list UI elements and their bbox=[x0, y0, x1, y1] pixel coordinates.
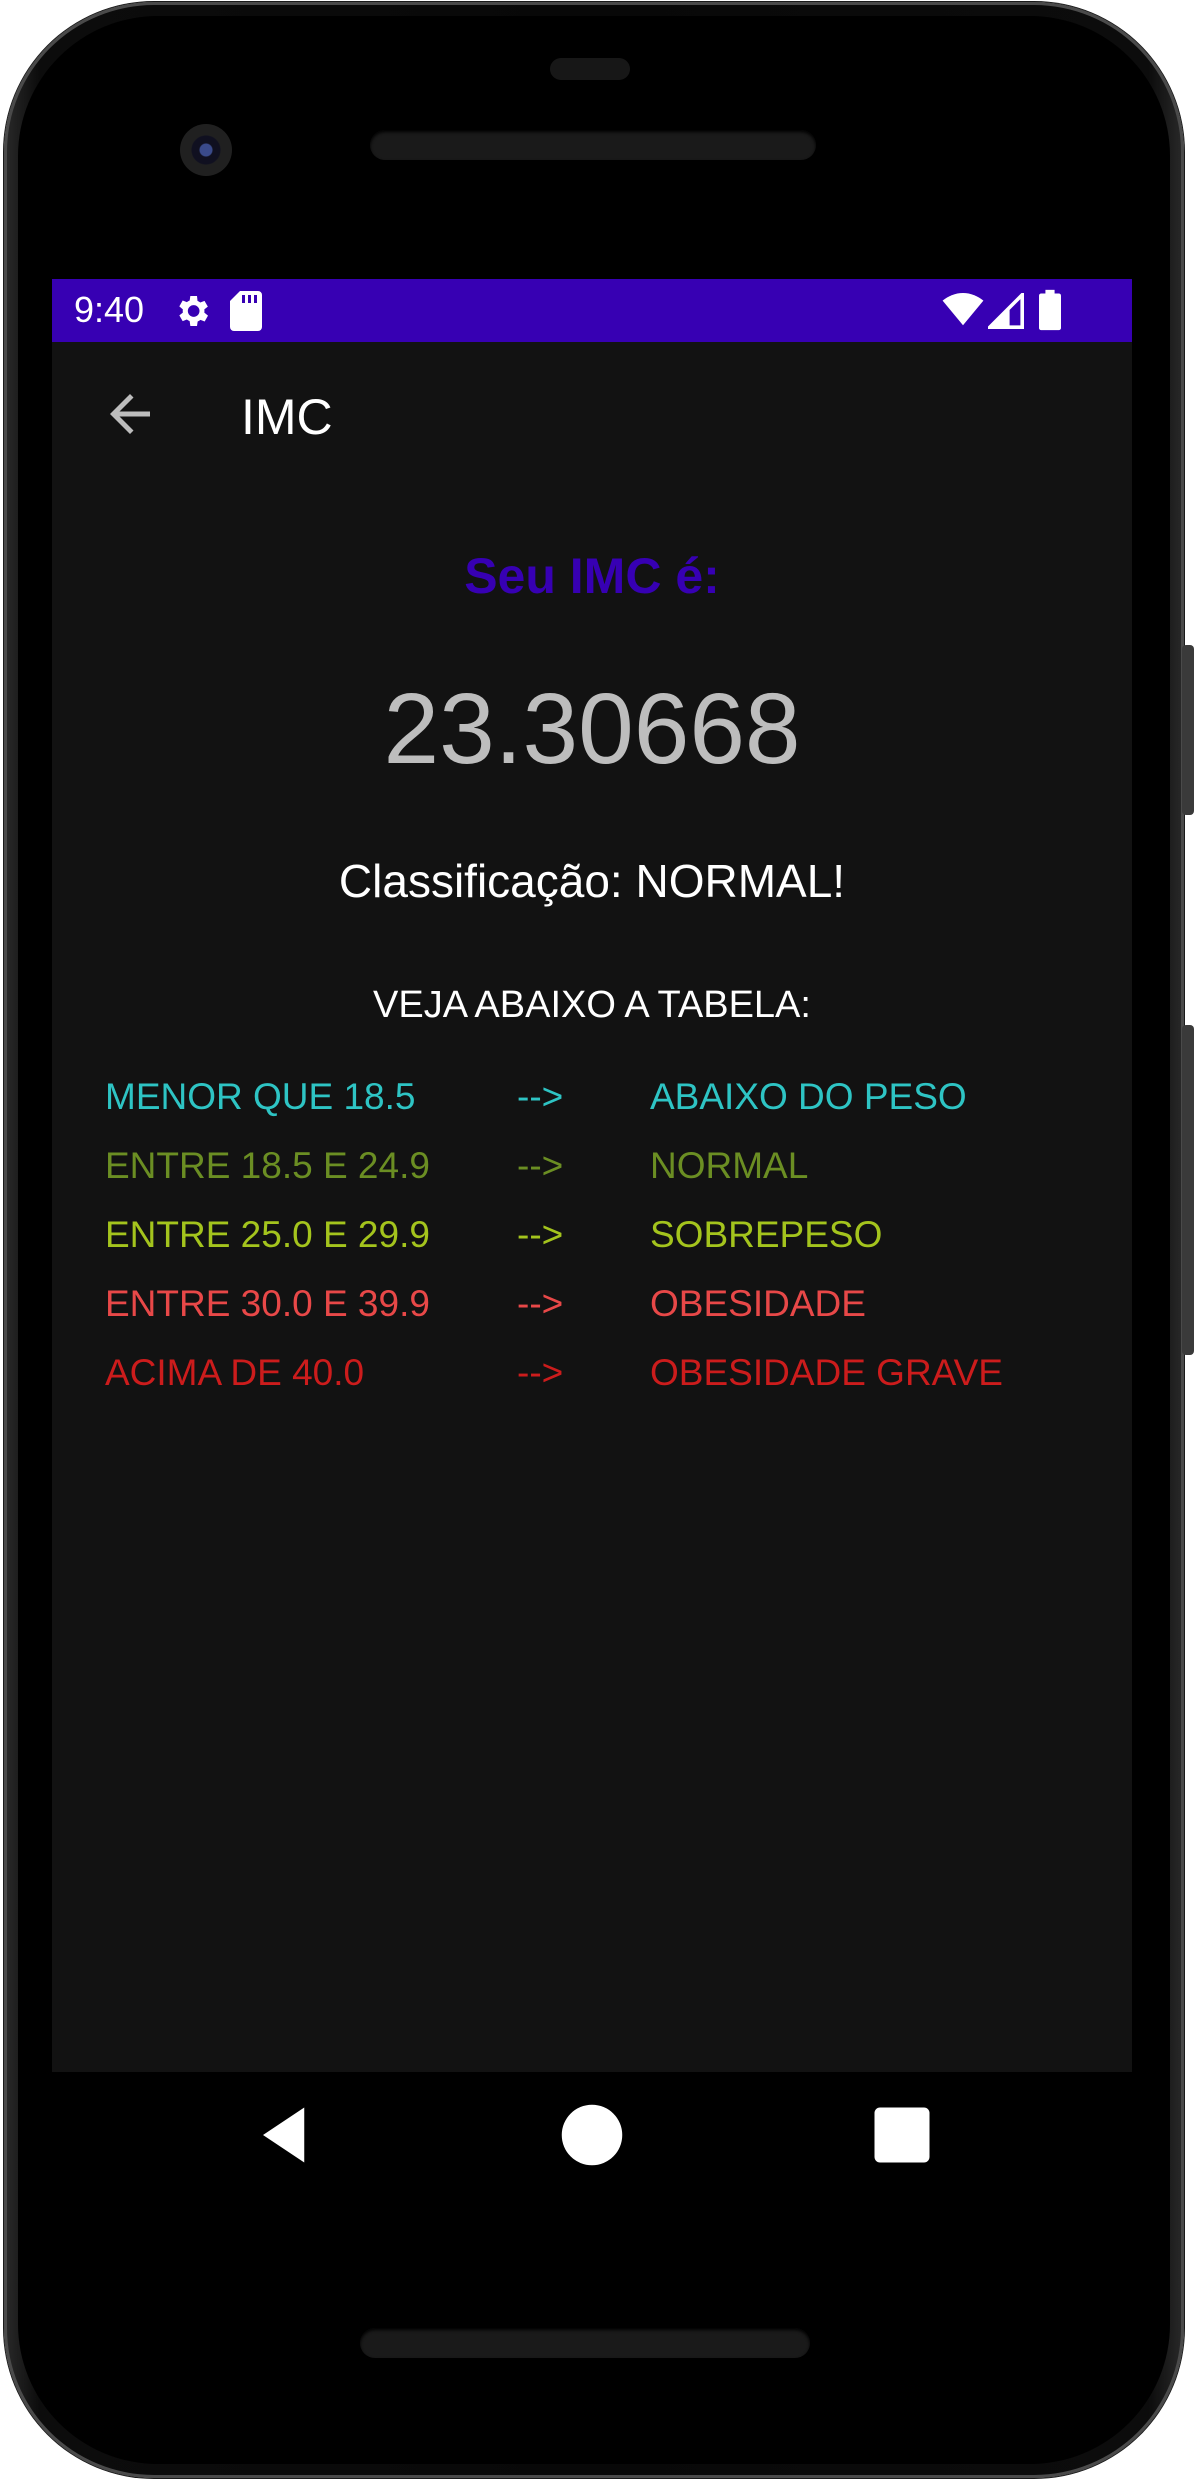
table-heading: VEJA ABAIXO A TABELA: bbox=[373, 984, 811, 1026]
home-circle-icon[interactable] bbox=[559, 2102, 625, 2168]
imc-value: 23.30668 bbox=[383, 673, 801, 785]
table-row: ENTRE 25.0 E 29.9 --> SOBREPESO bbox=[52, 1214, 1132, 1274]
status-time: 9:40 bbox=[74, 289, 145, 330]
range-cell: ACIMA DE 40.0 bbox=[105, 1352, 365, 1393]
front-camera bbox=[180, 124, 232, 176]
arrow-cell: --> bbox=[517, 1214, 564, 1255]
table-row: ACIMA DE 40.0 --> OBESIDADE GRAVE bbox=[52, 1352, 1132, 1412]
navigation-bar bbox=[52, 2072, 1132, 2198]
classification-cell: NORMAL bbox=[650, 1145, 809, 1186]
page-title: IMC bbox=[241, 389, 333, 445]
arrow-cell: --> bbox=[517, 1145, 564, 1186]
classification-cell: OBESIDADE bbox=[650, 1283, 866, 1324]
settings-icon bbox=[179, 296, 208, 326]
range-cell: ENTRE 25.0 E 29.9 bbox=[105, 1214, 430, 1255]
signal-icon bbox=[988, 293, 1024, 329]
table-row: MENOR QUE 18.5 --> ABAIXO DO PESO bbox=[52, 1076, 1132, 1136]
range-cell: ENTRE 30.0 E 39.9 bbox=[105, 1283, 430, 1324]
classification-cell: SOBREPESO bbox=[650, 1214, 883, 1255]
classification-cell: OBESIDADE GRAVE bbox=[650, 1352, 1003, 1393]
status-bar: 9:40 bbox=[52, 279, 1132, 342]
volume-button bbox=[1182, 1025, 1194, 1355]
arrow-left-icon[interactable] bbox=[100, 384, 160, 444]
classification-text: Classificação: NORMAL! bbox=[338, 855, 846, 907]
app-bar: IMC bbox=[52, 342, 1132, 489]
wifi-icon bbox=[942, 293, 984, 326]
power-button bbox=[1182, 645, 1194, 815]
table-row: ENTRE 18.5 E 24.9 --> NORMAL bbox=[52, 1145, 1132, 1205]
arrow-cell: --> bbox=[517, 1352, 564, 1393]
classification-cell: ABAIXO DO PESO bbox=[650, 1076, 967, 1117]
range-cell: ENTRE 18.5 E 24.9 bbox=[105, 1145, 430, 1186]
arrow-cell: --> bbox=[517, 1283, 564, 1324]
range-cell: MENOR QUE 18.5 bbox=[105, 1076, 416, 1117]
arrow-cell: --> bbox=[517, 1076, 564, 1117]
result-heading: Seu IMC é: bbox=[464, 548, 720, 604]
back-triangle-icon[interactable] bbox=[252, 2102, 318, 2168]
recents-square-icon[interactable] bbox=[869, 2102, 935, 2168]
bottom-speaker bbox=[360, 2328, 810, 2358]
proximity-sensor bbox=[550, 58, 630, 80]
table-row: ENTRE 30.0 E 39.9 --> OBESIDADE bbox=[52, 1283, 1132, 1343]
sd-card-icon bbox=[230, 291, 262, 331]
battery-icon bbox=[1039, 289, 1061, 331]
screen: 9:40 IMC Seu IMC é: 23.30668 Classificaç… bbox=[52, 279, 1132, 2072]
earpiece-speaker bbox=[370, 130, 816, 160]
